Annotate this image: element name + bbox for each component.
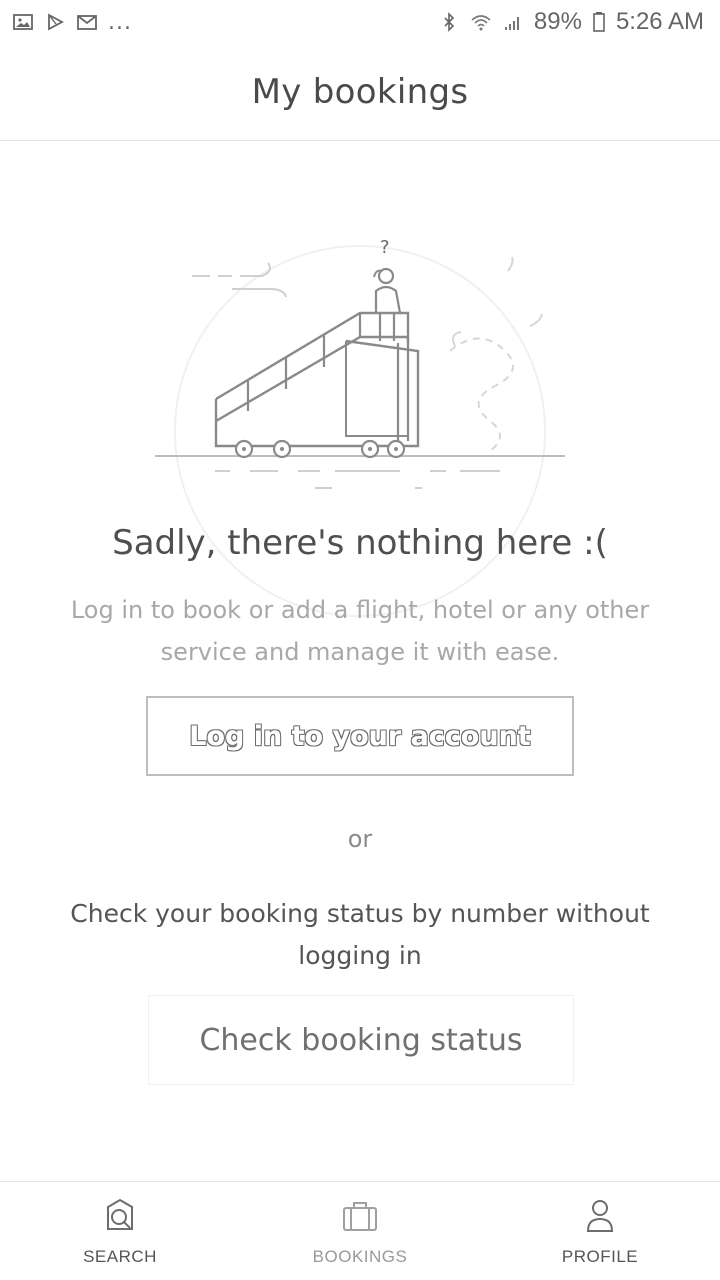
status-bar-right: 89% 5:26 AM (438, 8, 704, 36)
tab-label-search: SEARCH (83, 1247, 157, 1266)
tab-profile[interactable]: PROFILE (480, 1182, 720, 1280)
suitcase-icon (343, 1202, 377, 1231)
airplane-stairs-illustration: ? (155, 237, 565, 617)
check-booking-status-button[interactable]: Check booking status (148, 995, 574, 1085)
profile-icon (586, 1200, 614, 1232)
empty-bookings-content: ? Sadly, there's nothing here :( Log in … (0, 141, 720, 1181)
search-icon (107, 1198, 133, 1230)
status-bar: ... 89% 5:26 AM (0, 0, 720, 44)
clock: 5:26 AM (615, 8, 704, 35)
page-title: My bookings (251, 72, 469, 112)
tab-label-bookings: BOOKINGS (312, 1247, 408, 1266)
gmail-icon (77, 15, 97, 30)
more-notifications: ... (108, 9, 132, 35)
gallery-icon (13, 14, 33, 30)
tab-bookings[interactable]: BOOKINGS (240, 1182, 480, 1280)
bluetooth-icon (444, 12, 455, 32)
app-header: My bookings (0, 44, 720, 141)
battery-icon (593, 12, 605, 32)
bottom-tab-bar: SEARCH BOOKINGS PROFILE (0, 1181, 720, 1280)
play-store-icon (48, 13, 64, 31)
signal-icon (504, 17, 519, 30)
battery-percent: 89% (533, 8, 582, 35)
check-status-description: Check your booking status by number with… (70, 899, 650, 970)
tab-search[interactable]: SEARCH (0, 1182, 240, 1280)
empty-headline: Sadly, there's nothing here :( (112, 523, 608, 563)
empty-subtext: Log in to book or add a flight, hotel or… (70, 596, 650, 666)
wifi-icon (471, 15, 491, 31)
question-mark: ? (380, 237, 390, 258)
or-divider-text: or (347, 825, 373, 853)
tab-label-profile: PROFILE (561, 1247, 639, 1266)
status-bar-left: ... (12, 10, 132, 35)
login-button[interactable]: Log in to your account (146, 696, 574, 776)
